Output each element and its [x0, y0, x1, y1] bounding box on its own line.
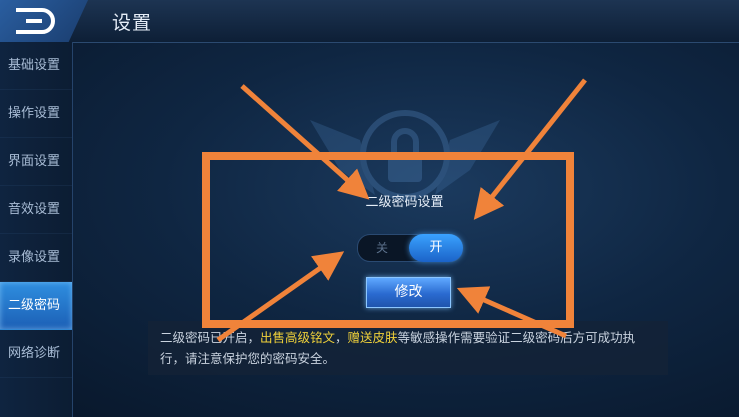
sidebar-item-replay[interactable]: 录像设置 — [0, 234, 72, 282]
back-arrow-icon — [16, 8, 55, 34]
sidebar-item-interface[interactable]: 界面设置 — [0, 138, 72, 186]
secondary-password-title: 二级密码设置 — [365, 195, 444, 210]
sidebar-item-secondary-password[interactable]: 二级密码 — [0, 282, 72, 330]
notice-text-1: 二级密码已开启， — [160, 330, 261, 345]
page-title: 设置 — [112, 12, 153, 34]
toggle-on-label[interactable]: 开 — [409, 234, 463, 262]
back-button[interactable] — [0, 0, 88, 42]
sidebar-item-controls[interactable]: 操作设置 — [0, 90, 72, 138]
sidebar-item-basic[interactable]: 基础设置 — [0, 42, 72, 90]
settings-sidebar: 基础设置 操作设置 界面设置 音效设置 录像设置 二级密码 网络诊断 — [0, 42, 73, 417]
sidebar-item-network[interactable]: 网络诊断 — [0, 330, 72, 378]
toggle-off-label[interactable]: 关 — [358, 235, 406, 261]
top-bar: 设置 — [0, 0, 739, 43]
notice-highlight-skin: 赠送皮肤 — [347, 330, 398, 345]
notice-separator: ， — [335, 330, 348, 345]
notice-highlight-inscription: 出售高级铭文 — [260, 330, 336, 345]
modify-password-button[interactable]: 修改 — [366, 277, 451, 308]
password-notice: 二级密码已开启，出售高级铭文，赠送皮肤等敏感操作需要验证二级密码后方可成功执行，… — [148, 321, 668, 375]
secondary-password-toggle[interactable]: 关 开 — [357, 234, 463, 262]
